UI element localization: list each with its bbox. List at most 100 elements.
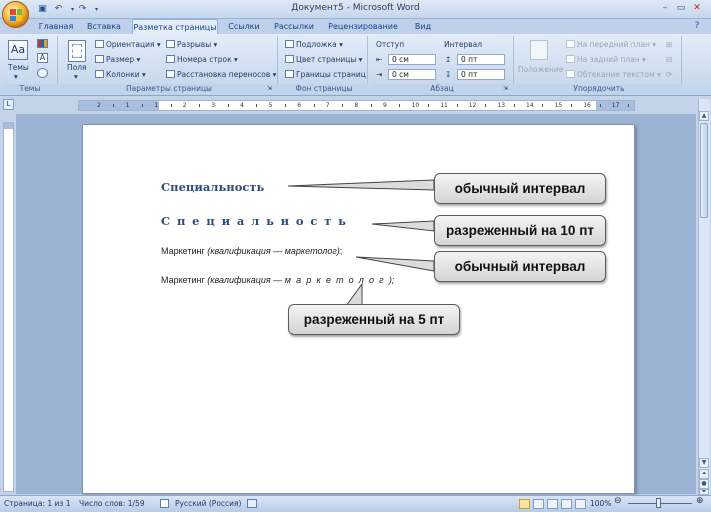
tab-mailings[interactable]: Рассылки <box>270 19 318 34</box>
ruler-tick <box>227 104 229 107</box>
scroll-thumb[interactable] <box>700 123 708 218</box>
ruler-tick <box>427 104 429 107</box>
page-borders-button[interactable]: Границы страниц <box>285 70 366 80</box>
position-icon[interactable] <box>530 40 548 60</box>
breaks-label: Разрывы <box>177 40 212 49</box>
group-icon[interactable]: ⊟ <box>666 55 672 65</box>
ruler-number: 13 <box>497 102 506 109</box>
view-full-screen-icon[interactable] <box>533 499 544 509</box>
zoom-out-icon[interactable]: ⊖ <box>614 496 622 506</box>
status-words[interactable]: Число слов: 1/59 <box>79 499 145 508</box>
ruler-tick <box>513 104 515 107</box>
scroll-down-icon[interactable]: ▼ <box>699 458 709 468</box>
theme-effects-icon[interactable] <box>37 68 48 78</box>
hyphenation-label: Расстановка переносов <box>177 70 271 79</box>
spacing-before-input[interactable]: 0 пт <box>457 54 505 65</box>
ruler-tick <box>542 104 544 107</box>
tab-home[interactable]: Главная <box>36 19 76 34</box>
doc-marketing-text: Маркетинг <box>161 246 208 256</box>
ruler-number: 7 <box>325 102 330 109</box>
office-logo-icon <box>10 9 22 21</box>
theme-colors-icon[interactable] <box>37 39 48 48</box>
status-language[interactable]: Русский (Россия) <box>175 499 241 508</box>
help-icon[interactable]: ? <box>690 20 704 33</box>
doc-marketolog-spaced: маркетолог <box>284 275 389 285</box>
margins-dropdown-icon[interactable]: ▾ <box>74 72 78 82</box>
horizontal-ruler[interactable]: 2 1 1 2 3 4 5 6 7 8 9 10 11 12 13 14 15 16 17 <box>78 100 635 111</box>
paragraph-group-label: Абзац <box>370 84 514 95</box>
ruler-number: 15 <box>554 102 563 109</box>
tab-selector[interactable]: L <box>3 99 14 110</box>
office-button[interactable] <box>2 1 29 28</box>
spelling-check-icon[interactable] <box>160 499 169 508</box>
doc-qualification-text-2: (квалификация — <box>207 275 285 285</box>
page-setup-launcher-icon[interactable]: ⇲ <box>267 84 272 94</box>
maximize-icon[interactable]: ▭ <box>674 2 688 15</box>
margins-icon[interactable] <box>68 40 86 62</box>
view-outline-icon[interactable] <box>561 499 572 509</box>
text-wrap-label: Обтекание текстом <box>577 70 655 79</box>
page-color-button[interactable]: Цвет страницы ▾ <box>285 55 362 65</box>
ruler-number: 6 <box>297 102 302 109</box>
zoom-slider-thumb[interactable] <box>656 498 661 508</box>
send-back-icon <box>566 55 575 63</box>
themes-icon[interactable]: Aa <box>8 40 28 60</box>
doc-line-normal: Специальность <box>161 180 265 194</box>
size-label: Размер <box>106 55 135 64</box>
macro-record-icon[interactable] <box>247 499 257 508</box>
ruler-number: 11 <box>440 102 448 109</box>
breaks-button[interactable]: Разрывы ▾ <box>166 40 217 50</box>
page-background-group-label: Фон страницы <box>280 84 368 95</box>
tab-page-layout[interactable]: Разметка страницы <box>132 19 218 34</box>
ruler-tick <box>370 104 372 107</box>
hyphenation-icon <box>166 70 175 78</box>
line-numbers-button[interactable]: Номера строк ▾ <box>166 55 238 65</box>
ruler-tick <box>199 104 201 107</box>
status-zoom[interactable]: 100% <box>590 499 611 508</box>
status-page[interactable]: Страница: 1 из 1 <box>4 499 71 508</box>
orientation-label: Ориентация <box>106 40 155 49</box>
view-draft-icon[interactable] <box>575 499 586 509</box>
zoom-in-icon[interactable]: ⊕ <box>696 496 704 506</box>
ruler-tick <box>342 104 344 107</box>
doc-qualification-text: (квалификация — маркетолог) <box>207 246 340 256</box>
orientation-button[interactable]: Ориентация ▾ <box>95 40 161 50</box>
size-button[interactable]: Размер ▾ <box>95 55 140 65</box>
tab-insert[interactable]: Вставка <box>82 19 126 34</box>
text-wrap-button[interactable]: Обтекание текстом ▾ <box>566 70 661 80</box>
scroll-up-icon[interactable]: ▲ <box>699 111 709 121</box>
send-back-button[interactable]: На задний план ▾ <box>566 55 646 65</box>
ruler-number: 2 <box>97 102 101 109</box>
prev-page-icon[interactable]: ⏶ <box>699 469 709 479</box>
theme-fonts-icon[interactable]: A <box>37 53 48 63</box>
vertical-ruler[interactable] <box>3 122 14 492</box>
page-color-label: Цвет страницы <box>296 55 357 64</box>
indent-left-input[interactable]: 0 см <box>388 54 436 65</box>
align-icon[interactable]: ⊞ <box>666 40 672 50</box>
spacing-after-input[interactable]: 0 пт <box>457 69 505 80</box>
indent-right-icon: ⇥ <box>376 70 383 79</box>
indent-right-input[interactable]: 0 см <box>388 69 436 80</box>
tab-review[interactable]: Рецензирование <box>326 19 400 34</box>
columns-button[interactable]: Колонки ▾ <box>95 70 146 80</box>
callout-expanded-10pt: разреженный на 10 пт <box>434 215 606 246</box>
tab-view[interactable]: Вид <box>408 19 438 34</box>
ruler-left-margin <box>79 101 159 110</box>
paragraph-launcher-icon[interactable]: ⇲ <box>503 84 508 94</box>
close-icon[interactable]: ✕ <box>690 2 704 15</box>
watermark-button[interactable]: Подложка ▾ <box>285 40 343 50</box>
minimize-icon[interactable]: – <box>658 2 672 15</box>
ruler-number: 9 <box>383 102 387 109</box>
tab-references[interactable]: Ссылки <box>224 19 264 34</box>
columns-icon <box>95 70 104 78</box>
rotate-icon[interactable]: ⟳ <box>666 70 672 80</box>
ruler-tick <box>628 104 630 107</box>
hyphenation-button[interactable]: Расстановка переносов ▾ <box>166 70 276 80</box>
themes-button[interactable]: Темы <box>8 63 29 73</box>
bring-front-button[interactable]: На передний план ▾ <box>566 40 656 50</box>
position-button[interactable]: Положение <box>518 65 563 75</box>
themes-dropdown-icon[interactable]: ▾ <box>14 72 18 82</box>
view-print-layout-icon[interactable] <box>519 499 530 509</box>
size-icon <box>95 55 104 63</box>
view-web-icon[interactable] <box>547 499 558 509</box>
